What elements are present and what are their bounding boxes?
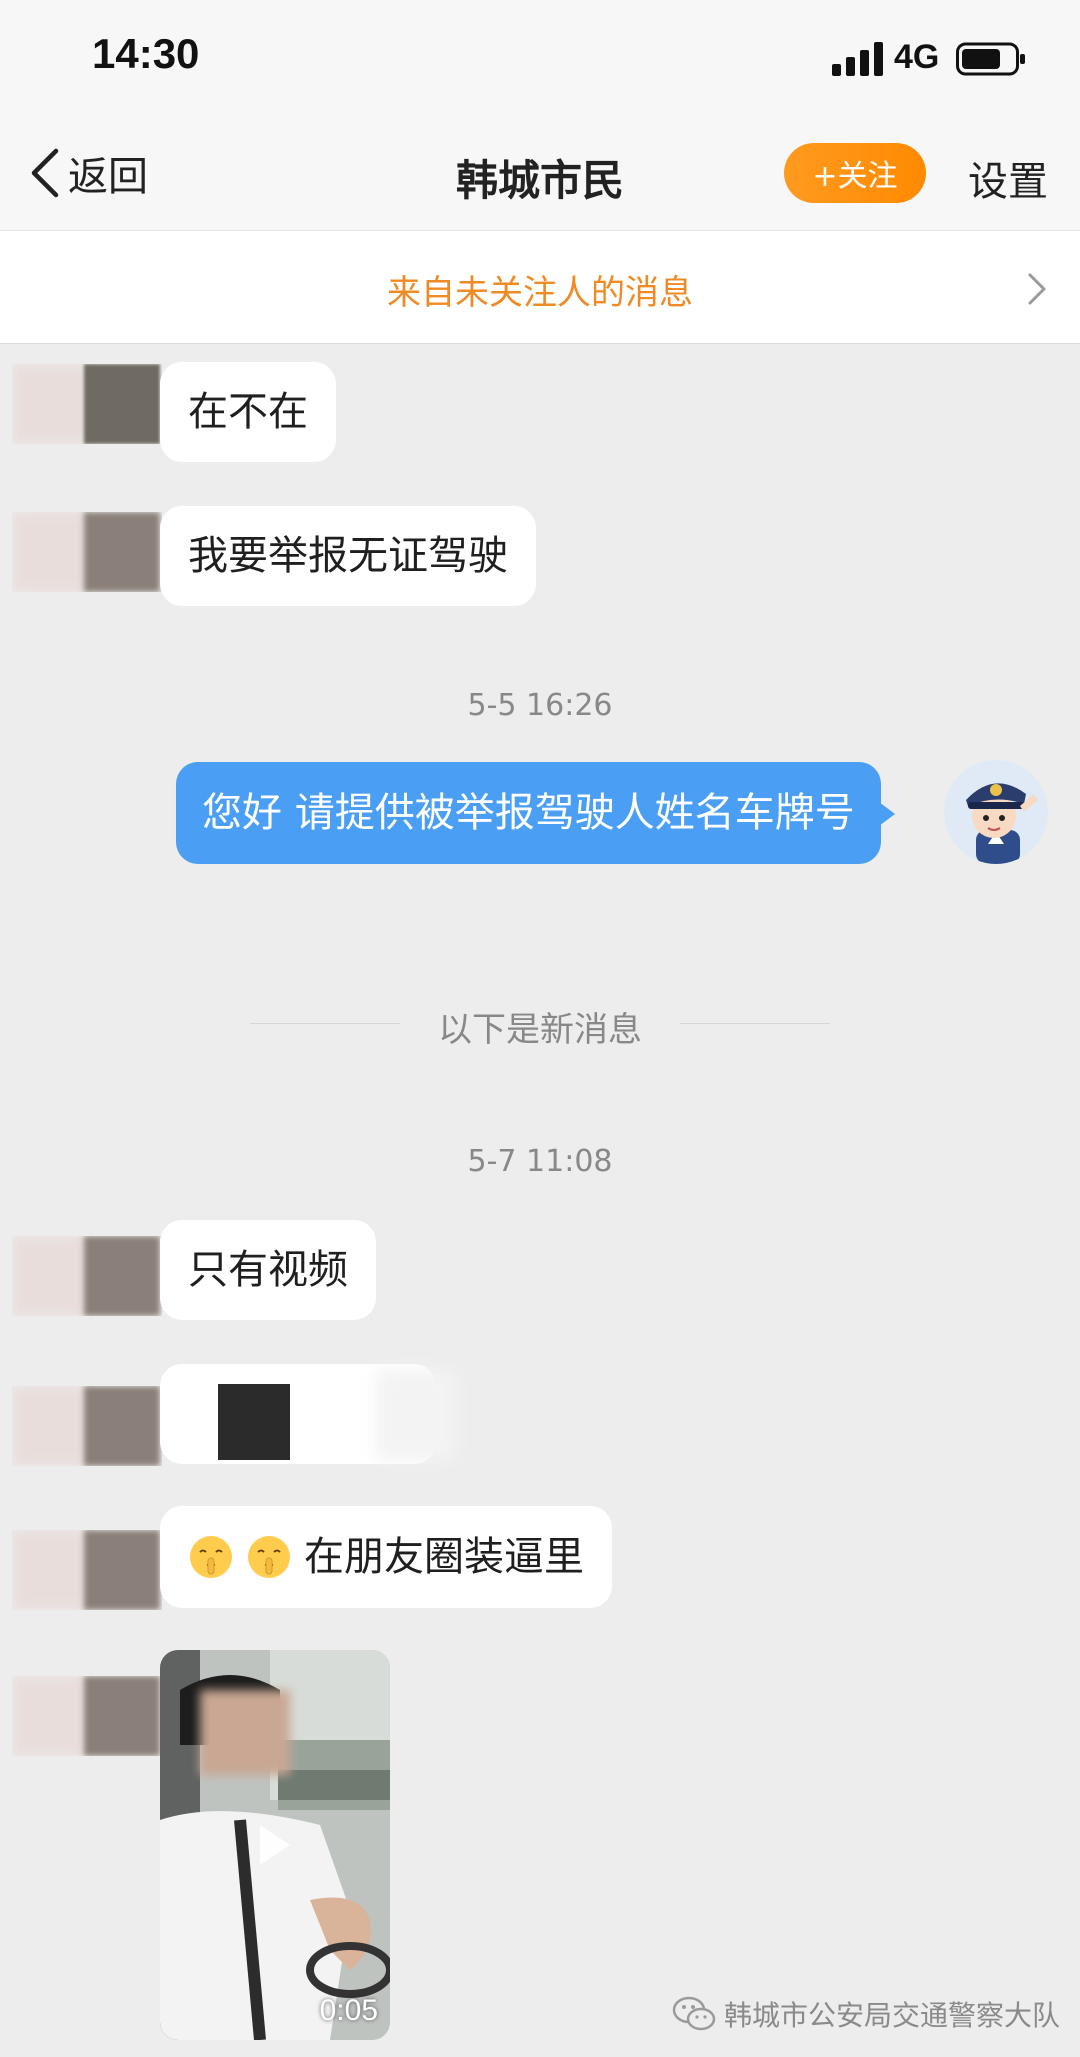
banner-label: 来自未关注人的消息	[387, 273, 693, 313]
unfollowed-messages-banner[interactable]: 来自未关注人的消息	[0, 230, 1080, 344]
received-message[interactable]: 我要举报无证驾驶	[160, 506, 536, 606]
settings-button[interactable]: 设置	[968, 149, 1048, 207]
sender-avatar[interactable]	[12, 364, 162, 444]
video-duration: 0:05	[319, 1994, 378, 2027]
redacted-message[interactable]	[160, 1364, 456, 1464]
new-messages-label: 以下是新消息	[438, 1010, 642, 1050]
status-bar: 14:30 4G	[0, 0, 1080, 115]
police-avatar-icon	[944, 760, 1048, 864]
sender-avatar[interactable]	[12, 1530, 162, 1610]
received-message[interactable]: 只有视频	[160, 1220, 376, 1320]
back-button[interactable]: 返回	[28, 145, 148, 201]
message-text: 在朋友圈装逼里	[304, 1534, 584, 1580]
video-message[interactable]: 0:05	[160, 1650, 390, 2040]
chevron-right-icon	[1028, 273, 1046, 305]
sender-avatar[interactable]	[12, 512, 162, 592]
nav-bar: 返回 韩城市民 +关注 设置	[0, 115, 1080, 230]
watermark: 韩城市公安局交通警察大队	[672, 1992, 1060, 2036]
new-messages-divider: 以下是新消息	[250, 1000, 830, 1050]
network-label: 4G	[894, 38, 940, 76]
status-time: 14:30	[92, 30, 200, 77]
received-message[interactable]: 在不在	[160, 362, 336, 462]
received-message[interactable]: 在朋友圈装逼里	[160, 1506, 612, 1608]
sender-avatar[interactable]	[12, 1676, 162, 1756]
signal-icon	[832, 42, 883, 76]
shush-emoji-icon	[248, 1536, 290, 1578]
sent-message[interactable]: 您好 请提供被举报驾驶人姓名车牌号	[176, 762, 895, 864]
sender-avatar[interactable]	[12, 1236, 162, 1316]
message-timestamp: 5-7 11:08	[467, 1144, 613, 1179]
battery-icon	[956, 42, 1025, 76]
watermark-text: 韩城市公安局交通警察大队	[724, 1999, 1061, 2032]
shush-emoji-icon	[190, 1536, 232, 1578]
police-avatar[interactable]	[944, 760, 1048, 864]
wechat-logo-icon	[672, 1996, 716, 2031]
message-timestamp: 5-5 16:26	[467, 688, 613, 723]
back-chevron-icon	[31, 148, 59, 198]
back-label: 返回	[68, 154, 148, 200]
sender-avatar[interactable]	[12, 1386, 162, 1466]
follow-button[interactable]: +关注	[784, 143, 926, 203]
video-preview	[160, 1650, 390, 2040]
